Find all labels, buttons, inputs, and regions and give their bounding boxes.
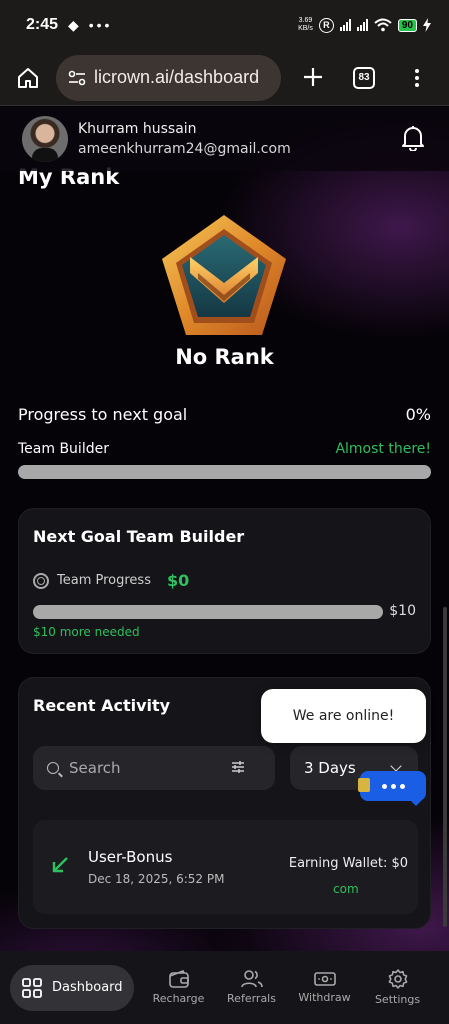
address-bar[interactable]: licrown.ai/dashboard [56,54,281,101]
goal-target: $10 [389,603,416,619]
site-settings-icon[interactable] [68,70,86,86]
activity-search[interactable] [33,746,275,790]
team-progress-value: $0 [166,571,190,590]
more-needed: $10 more needed [33,625,140,639]
chevron-down-icon [390,760,402,772]
nav-withdraw[interactable]: Withdraw [288,971,361,1004]
filter-icon[interactable] [231,760,245,774]
scrollbar[interactable] [443,607,447,927]
user-info: Khurram hussain ameenkhurram24@gmail.com [78,121,291,157]
activity-title: Recent Activity [33,696,171,715]
activity-item-wallet: Earning Wallet: $0 [288,856,408,871]
days-selected: 3 Days [304,759,356,777]
next-goal-card: Next Goal Team Builder Team Progress $0 … [18,508,431,654]
goal-card-title: Next Goal Team Builder [33,527,245,546]
goal-progress-bar [33,605,383,619]
rank-badge-icon [162,215,286,335]
browser-menu-button[interactable] [415,68,419,87]
bottom-nav: Dashboard Recharge Referrals Withdraw Se… [0,951,449,1024]
wifi-icon [374,18,392,32]
activity-item-title: User-Bonus [88,848,173,866]
nav-recharge-label: Recharge [152,992,205,1005]
signal-icon-2 [356,19,368,31]
cash-icon [313,972,336,986]
team-progress-label: Team Progress [57,573,151,588]
progress-status: Almost there! [335,441,431,457]
status-bar: 2:45 ◆ ••• 3.69 KB/s R 90 [0,0,449,50]
activity-item-status: com [333,882,359,896]
chat-overlay-marker [358,778,370,792]
team-progress-row: Team Progress $0 [33,571,189,590]
activity-item-date: Dec 18, 2025, 6:52 PM [88,872,225,886]
nav-referrals[interactable]: Referrals [215,970,288,1005]
signal-icon [339,19,351,31]
nav-recharge[interactable]: Recharge [142,970,215,1005]
nav-referrals-label: Referrals [227,992,276,1005]
chat-online-bubble[interactable]: We are online! [261,689,426,743]
gear-icon [388,969,407,989]
url-text[interactable]: licrown.ai/dashboard [94,67,259,88]
nav-dashboard[interactable]: Dashboard [10,964,134,1011]
user-name: Khurram hussain [78,121,197,137]
notifications-button[interactable] [401,125,425,155]
rank-name: No Rank [175,345,274,369]
home-icon [18,67,38,88]
battery-icon: 90 [397,18,417,32]
new-tab-button[interactable] [303,63,323,93]
charging-icon [423,18,431,32]
tab-switcher-button[interactable]: 83 [353,66,375,89]
avatar[interactable] [22,116,68,162]
users-icon [240,970,263,988]
home-button[interactable] [12,62,44,94]
grid-icon [22,977,42,998]
net-speed-unit: KB/s [298,25,313,32]
track-label: Team Builder [18,441,109,457]
browser-toolbar: licrown.ai/dashboard 83 [0,50,449,106]
nav-withdraw-label: Withdraw [298,991,351,1004]
search-input[interactable] [69,759,219,777]
user-header: Khurram hussain ameenkhurram24@gmail.com [0,107,449,171]
status-time: 2:45 [26,16,59,33]
list-item[interactable]: User-Bonus Dec 18, 2025, 6:52 PM Earning… [33,820,418,914]
status-right: 3.69 KB/s R 90 [298,17,431,33]
user-email: ameenkhurram24@gmail.com [78,141,291,157]
nav-settings-label: Settings [374,993,421,1006]
wallet-icon [168,970,189,988]
search-icon [47,762,59,774]
notification-icons: ◆ ••• [68,16,113,33]
chat-button-tail [410,800,422,806]
net-speed-value: 3.69 [298,17,313,24]
roaming-icon: R [318,17,334,33]
target-icon [33,572,49,589]
nav-dashboard-label: Dashboard [52,980,123,995]
dashboard-page: Khurram hussain ameenkhurram24@gmail.com… [0,107,449,1024]
net-speed: 3.69 KB/s [298,17,313,33]
progress-title: Progress to next goal [18,405,188,424]
plus-icon [304,67,322,86]
progress-percent: 0% [405,405,431,424]
arrow-down-left-icon [52,857,68,873]
rank-progress-bar [18,465,431,479]
bell-icon [402,126,424,152]
nav-settings[interactable]: Settings [361,969,434,1006]
